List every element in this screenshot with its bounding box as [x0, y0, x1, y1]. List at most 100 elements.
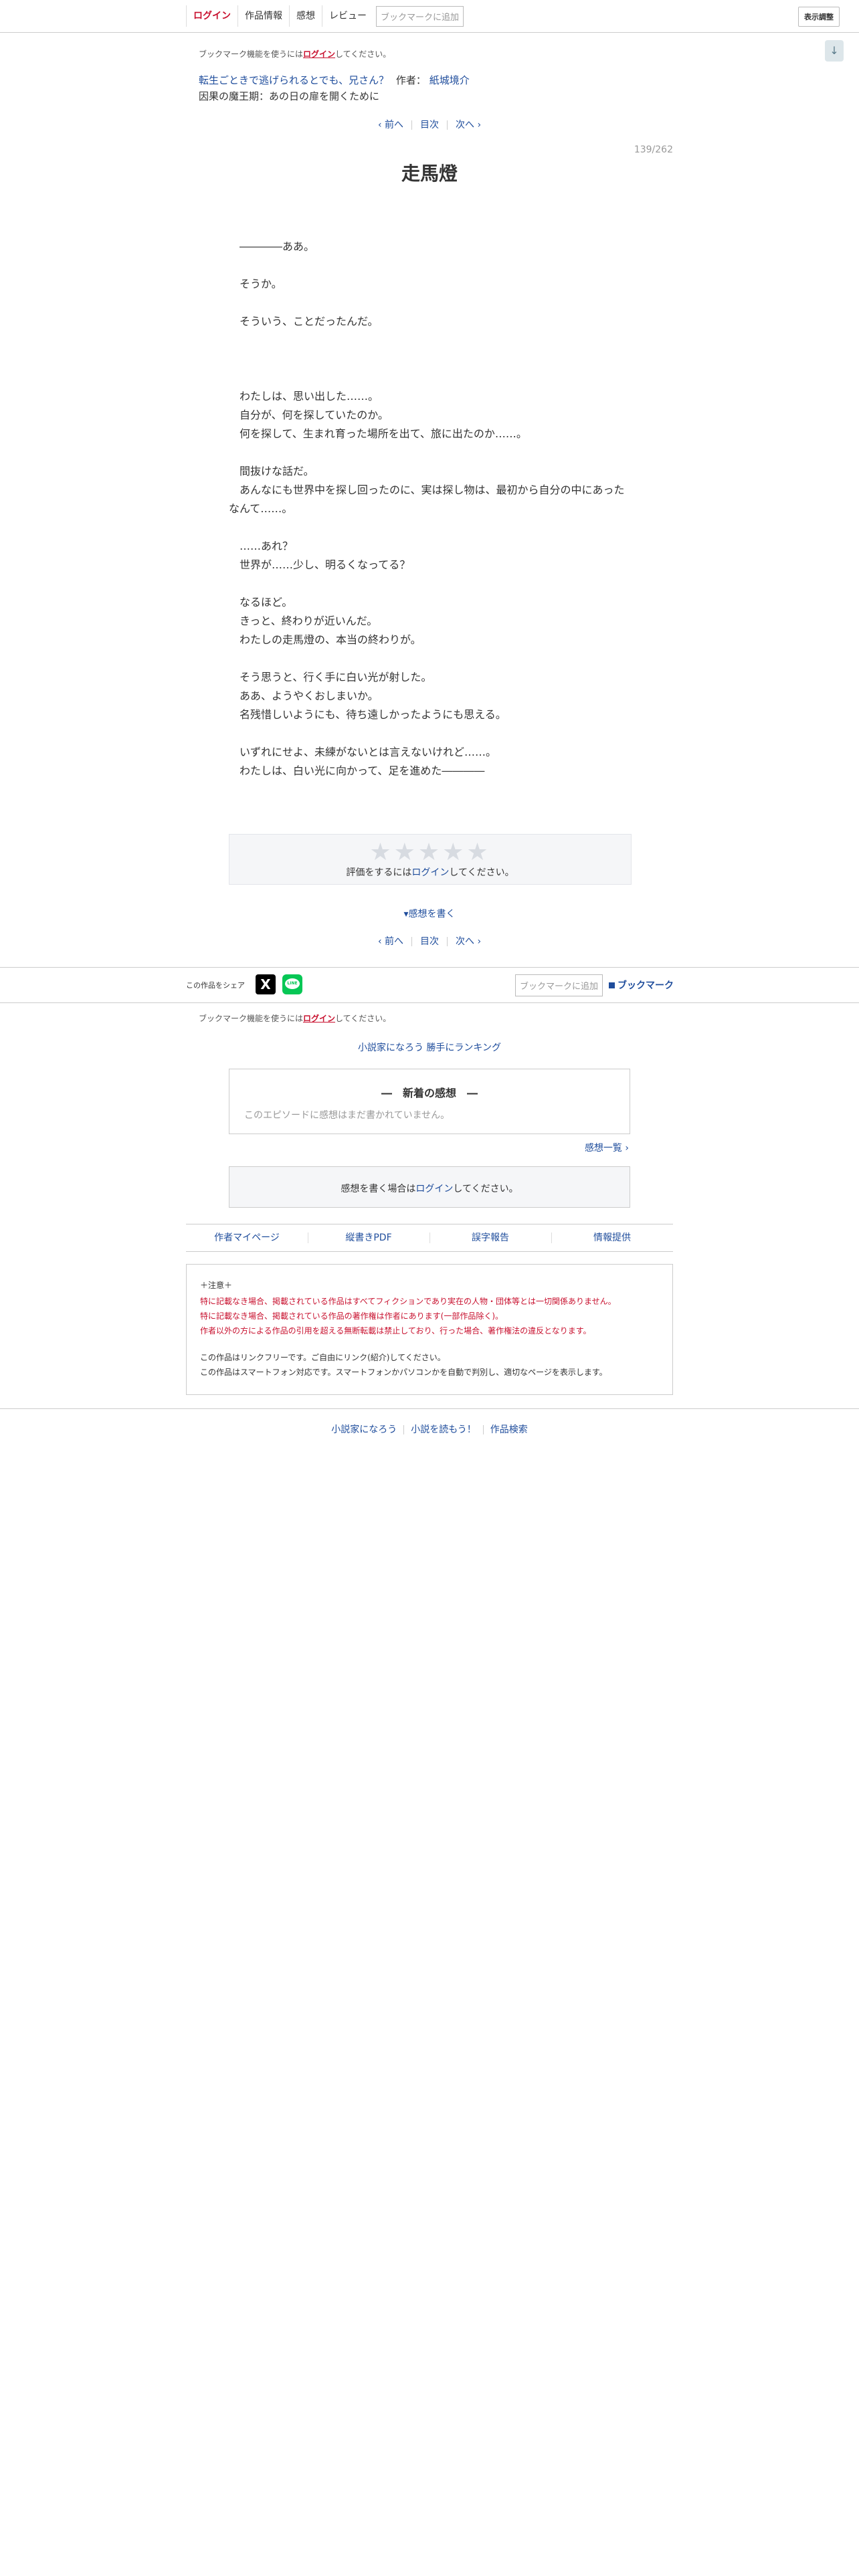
body-line: そういう、ことだったんだ。 — [229, 315, 379, 328]
body-line: ああ、ようやくおしまいか。 — [229, 689, 379, 702]
top-bar: ログイン 作品情報 感想 レビュー ブックマークに追加 表示調整 — [0, 0, 859, 33]
login-link[interactable]: ログイン — [186, 5, 237, 27]
work-links: 作者マイページ 縦書きPDF 誤字報告 情報提供 — [186, 1224, 673, 1252]
bookmark-note-bottom: ブックマーク機能を使うにはログインしてください。 — [199, 1012, 391, 1024]
bookmark-note: ブックマーク機能を使うにはログインしてください。 — [199, 48, 391, 60]
bookmark-link[interactable]: ブックマーク — [609, 978, 674, 992]
body-line — [229, 724, 630, 743]
impression-login-message: 感想を書く場合はログインしてください。 — [229, 1182, 630, 1195]
impressions-link[interactable]: 感想 — [289, 5, 322, 27]
impression-login-link[interactable]: ログイン — [415, 1184, 453, 1194]
bookmark-note-login-link[interactable]: ログイン — [303, 49, 335, 59]
review-link[interactable]: レビュー — [322, 5, 373, 27]
bookmark-note-suffix: してください。 — [335, 49, 391, 59]
body-line: わたしは、白い光に向かって、足を進めた―――― — [229, 764, 485, 777]
body-line — [229, 368, 630, 387]
new-impressions-empty: このエピソードに感想はまだ書かれていません。 — [244, 1110, 450, 1121]
line-logo-text: LINE — [285, 978, 300, 989]
body-line — [229, 350, 630, 368]
bookmark-label: ブックマーク — [617, 980, 674, 991]
toc-link-bottom[interactable]: 目次 — [420, 936, 439, 947]
ranking-link[interactable]: 小説家になろう 勝手にランキング — [0, 1041, 859, 1054]
impression-login-box: 感想を書く場合はログインしてください。 — [229, 1166, 630, 1208]
bookmark-note-suffix-bottom: してください。 — [335, 1014, 391, 1023]
rating-login-link[interactable]: ログイン — [411, 867, 449, 878]
notice-black-text: この作品はリンクフリーです。ご自由にリンク(紹介)してください。 この作品はスマ… — [200, 1350, 607, 1380]
chapter-title: 因果の魔王期：あの日の扉を開くために — [199, 90, 380, 102]
next-link-bottom[interactable]: 次へ › — [456, 936, 481, 947]
body-line — [229, 518, 630, 537]
site-footer: 小説家になろう 小説を読もう！ 作品検索 — [0, 1408, 859, 1446]
body-line — [229, 294, 630, 312]
notice-red-line: 特に記載なき場合、掲載されている作品の著作権は作者にあります(一部作品除く)。 — [200, 1311, 504, 1321]
episode-body: ――――ああ。 そうか。 そういう、ことだったんだ。 わたしは、思い出した……。… — [229, 237, 630, 780]
body-line: 世界が……少し、明るくなってる？ — [229, 558, 411, 571]
body-line — [229, 649, 630, 668]
impression-login-suffix: してください。 — [453, 1184, 518, 1194]
episode-count: 139/262 — [634, 144, 673, 155]
next-link[interactable]: 次へ › — [456, 120, 481, 130]
impression-list-link[interactable]: 感想一覧 › — [575, 1141, 629, 1154]
body-line: 何を探して、生まれ育った場所を出て、旅に出たのか……。 — [229, 427, 527, 440]
episode-title: 走馬燈 — [401, 163, 458, 185]
toc-link[interactable]: 目次 — [420, 120, 439, 130]
author-link[interactable]: 紙城境介 — [430, 74, 470, 86]
series-title-link[interactable]: 転生ごときで逃げられるとでも、兄さん？ — [199, 74, 389, 86]
site-link-yomou[interactable]: 小説を読もう！ — [411, 1424, 476, 1435]
body-line: なるほど。 — [229, 596, 293, 609]
typo-report-link[interactable]: 誤字報告 — [430, 1224, 551, 1251]
site-link-narou[interactable]: 小説家になろう — [331, 1424, 397, 1435]
body-line: 間抜けな話だ。 — [229, 465, 314, 477]
body-line — [229, 331, 630, 350]
body-line: きっと、終わりが近いんだ。 — [229, 615, 378, 627]
notice-red-text: 特に記載なき場合、掲載されている作品はすべてフィクションであり実在の人物・団体等… — [200, 1294, 616, 1338]
body-line: ――――ああ。 — [229, 240, 315, 253]
info-report-link[interactable]: 情報提供 — [551, 1224, 673, 1251]
rating-prefix: 評価をするには — [346, 867, 412, 878]
pager-bottom: ‹ 前へ 目次 次へ › — [0, 934, 859, 948]
pager-top: ‹ 前へ 目次 次へ › — [0, 118, 859, 131]
x-share-icon[interactable]: X — [256, 974, 276, 994]
line-share-icon[interactable]: LINE — [282, 974, 302, 994]
body-line: ……あれ？ — [229, 540, 294, 552]
write-impression-link[interactable]: ▾感想を書く — [0, 907, 859, 920]
new-impressions-heading: ― 新着の感想 ― — [381, 1087, 478, 1099]
display-adjust-button[interactable]: 表示調整 — [798, 7, 840, 27]
impression-login-prefix: 感想を書く場合は — [341, 1184, 416, 1194]
rating-box: ★★★★★ 評価をするにはログインしてください。 — [229, 834, 632, 885]
share-bar: この作品をシェア X LINE ブックマークに追加 ブックマーク — [0, 967, 859, 1003]
notice-red-line: 特に記載なき場合、掲載されている作品はすべてフィクションであり実在の人物・団体等… — [200, 1297, 616, 1306]
bookmark-note-prefix: ブックマーク機能を使うには — [199, 49, 304, 59]
top-nav: ログイン 作品情報 感想 レビュー ブックマークに追加 — [186, 5, 464, 27]
body-line: わたしは、思い出した……。 — [229, 390, 379, 403]
body-line: 名残惜しいようにも、待ち遠しかったようにも思える。 — [229, 708, 506, 721]
vertical-pdf-link[interactable]: 縦書きPDF — [308, 1224, 430, 1251]
share-label: この作品をシェア — [186, 981, 245, 990]
rating-message: 評価をするにはログインしてください。 — [229, 865, 631, 879]
prev-link-bottom[interactable]: ‹ 前へ — [378, 936, 403, 947]
body-line — [229, 256, 630, 275]
bookmark-note-login-link-bottom[interactable]: ログイン — [303, 1014, 335, 1023]
site-footer-links: 小説家になろう 小説を読もう！ 作品検索 — [0, 1422, 859, 1436]
body-line: わたしの走馬燈の、本当の終わりが。 — [229, 633, 421, 646]
rating-suffix: してください。 — [449, 867, 514, 878]
prev-link[interactable]: ‹ 前へ — [378, 120, 403, 130]
site-link-search[interactable]: 作品検索 — [490, 1424, 528, 1435]
notice-line: この作品はリンクフリーです。ご自由にリンク(紹介)してください。 — [200, 1353, 446, 1362]
notice-red-line: 作者以外の方による作品の引用を超える無断転載は禁止しており、行った場合、著作権法… — [200, 1326, 591, 1335]
new-impressions-box: ― 新着の感想 ― このエピソードに感想はまだ書かれていません。 — [229, 1069, 630, 1134]
series-info: 転生ごときで逃げられるとでも、兄さん？ 作者： 紙城境介 因果の魔王期：あの日の… — [199, 72, 470, 104]
body-line: いずれにせよ、未練がないとは言えないけれど……。 — [229, 746, 497, 758]
notice-box: ＋注意＋ 特に記載なき場合、掲載されている作品はすべてフィクションであり実在の人… — [186, 1264, 673, 1395]
body-line: あんなにも世界中を探し回ったのに、実は探し物は、最初から自分の中にあったなんて…… — [229, 484, 625, 515]
body-line — [229, 443, 630, 462]
bookmark-add-button-bottom[interactable]: ブックマークに追加 — [515, 974, 603, 996]
author-label: 作者： — [395, 74, 426, 86]
author-mypage-link[interactable]: 作者マイページ — [186, 1224, 308, 1251]
body-line: そうか。 — [229, 278, 282, 290]
scroll-down-icon[interactable]: ↓ — [825, 40, 844, 62]
star-rating-icon[interactable]: ★★★★★ — [229, 839, 631, 866]
bookmark-add-button[interactable]: ブックマークに追加 — [376, 5, 464, 27]
body-line: 自分が、何を探していたのか。 — [229, 409, 389, 421]
work-info-link[interactable]: 作品情報 — [237, 5, 289, 27]
